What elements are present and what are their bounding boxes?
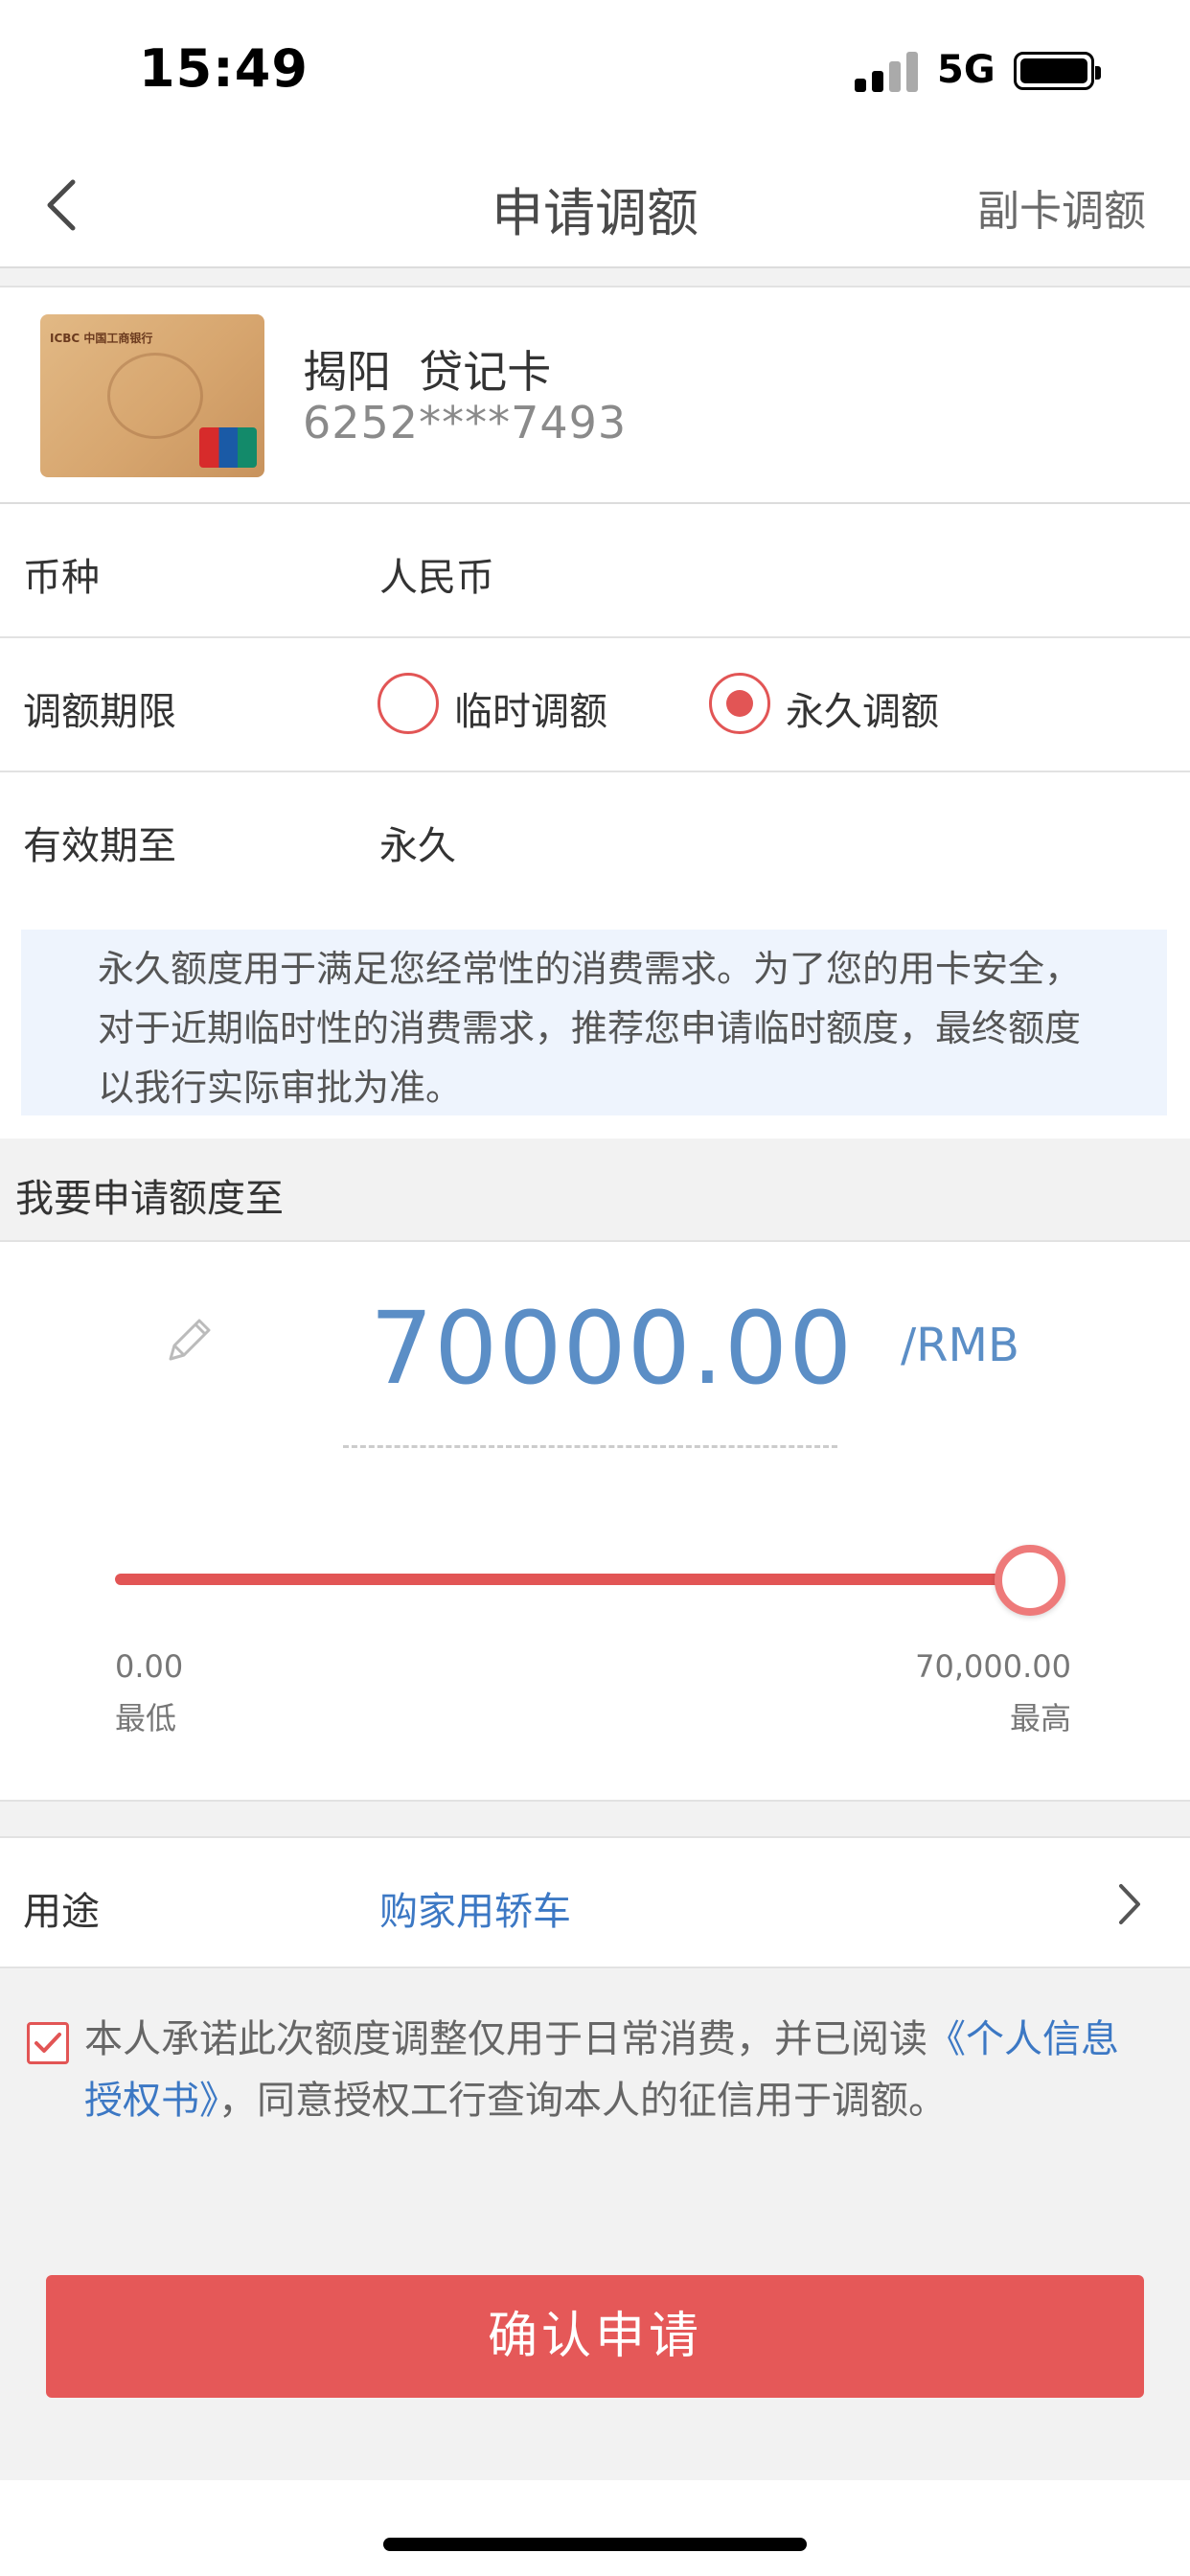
pencil-icon[interactable] — [157, 1311, 218, 1372]
purpose-row[interactable]: 用途 购家用轿车 — [0, 1836, 1190, 1968]
radio-permanent[interactable] — [709, 673, 770, 734]
nav-bar: 申请调额 副卡调额 — [0, 144, 1190, 268]
chevron-right-icon — [1119, 1884, 1140, 1924]
amount-section-title: 我要申请额度至 — [15, 1177, 284, 1221]
notice-text: 永久额度用于满足您经常性的消费需求。为了您的用卡安全，对于近期临时性的消费需求，… — [98, 948, 1082, 1109]
agreement-text-before: 本人承诺此次额度调整仅用于日常消费，并已阅读 — [84, 2017, 927, 2061]
amount-unit: /RMB — [901, 1319, 1019, 1372]
notice-box: 永久额度用于满足您经常性的消费需求。为了您的用卡安全，对于近期临时性的消费需求，… — [21, 930, 1167, 1116]
network-type: 5G — [937, 48, 995, 92]
check-icon — [34, 2033, 61, 2053]
agreement-text: 本人承诺此次额度调整仅用于日常消费，并已阅读《个人信息授权书》，同意授权工行查询… — [84, 2009, 1148, 2131]
battery-icon — [1014, 52, 1101, 90]
home-area — [0, 2480, 1190, 2576]
amount-section-header: 我要申请额度至 — [0, 1138, 1190, 1242]
slider-track[interactable] — [115, 1574, 1035, 1585]
slider-thumb[interactable] — [995, 1545, 1065, 1616]
radio-temporary[interactable] — [378, 673, 439, 734]
currency-row: 币种 人民币 — [0, 504, 1190, 638]
card-number: 6252****7493 — [303, 397, 628, 448]
bank-logo: ICBC 中国工商银行 — [50, 332, 153, 345]
card-name: 揭阳 贷记卡 — [303, 346, 552, 398]
notice-section: 永久额度用于满足您经常性的消费需求。为了您的用卡安全，对于近期临时性的消费需求，… — [0, 907, 1190, 1138]
slider-min-value: 0.00 — [115, 1648, 184, 1685]
card-info: ICBC 中国工商银行 揭阳 贷记卡 6252****7493 — [0, 286, 1190, 504]
status-time: 15:49 — [139, 38, 309, 99]
agreement-checkbox[interactable] — [27, 2022, 69, 2064]
valid-until-label: 有效期至 — [23, 824, 176, 868]
confirm-button[interactable]: 确认申请 — [46, 2275, 1144, 2398]
slider-max-label: 最高 — [1009, 1700, 1071, 1736]
secondary-card-adjust-link[interactable]: 副卡调额 — [977, 176, 1146, 238]
card-image: ICBC 中国工商银行 — [40, 314, 264, 477]
valid-until-row: 有效期至 永久 — [0, 772, 1190, 907]
currency-value: 人民币 — [379, 556, 494, 600]
status-bar: 15:49 5G — [0, 0, 1190, 144]
unionpay-logo — [199, 427, 257, 468]
slider-min-label: 最低 — [115, 1700, 177, 1736]
signal-icon — [855, 50, 922, 92]
period-label: 调额期限 — [23, 690, 176, 734]
amount-value[interactable]: 70000.00 — [370, 1290, 853, 1407]
purpose-value[interactable]: 购家用轿车 — [379, 1880, 571, 1936]
agreement-text-after: ，同意授权工行查询本人的征信用于调额。 — [218, 2079, 947, 2123]
amount-underline — [343, 1445, 837, 1448]
currency-label: 币种 — [23, 556, 100, 600]
purpose-label: 用途 — [23, 1890, 100, 1934]
slider-max-value: 70,000.00 — [915, 1648, 1071, 1685]
home-indicator[interactable] — [383, 2538, 807, 2551]
radio-permanent-label[interactable]: 永久调额 — [786, 680, 939, 736]
period-row: 调额期限 临时调额 永久调额 — [0, 638, 1190, 772]
amount-section: 70000.00 /RMB 0.00 最低 70,000.00 最高 — [0, 1242, 1190, 1802]
radio-temporary-label[interactable]: 临时调额 — [454, 680, 607, 736]
valid-until-value: 永久 — [379, 824, 456, 868]
